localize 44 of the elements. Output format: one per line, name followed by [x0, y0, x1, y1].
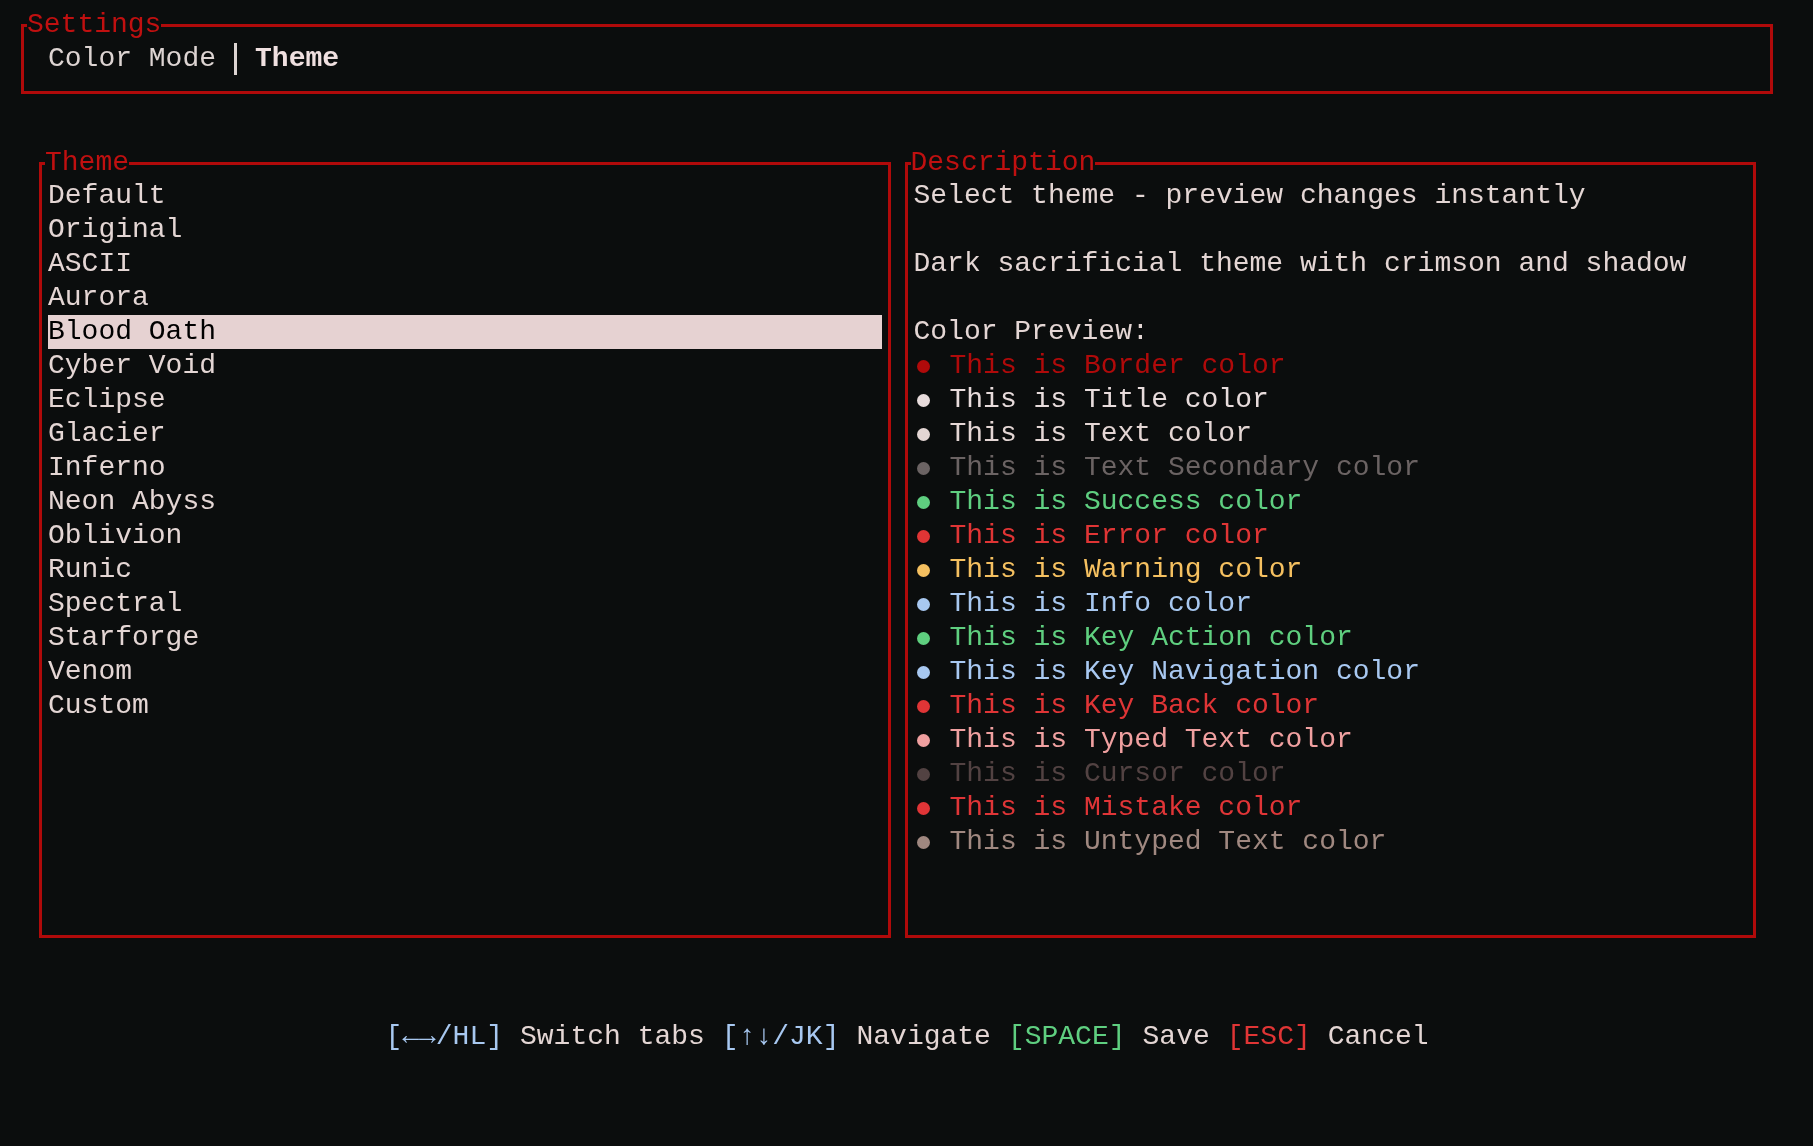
key-label: Save — [1142, 1020, 1210, 1054]
preview-label: This is Untyped Text color — [949, 825, 1387, 859]
theme-item[interactable]: Eclipse — [48, 383, 882, 417]
key-label: Navigate — [856, 1020, 991, 1054]
tab[interactable]: Color Mode — [48, 42, 217, 76]
preview-label: This is Mistake color — [949, 791, 1303, 825]
theme-item[interactable]: Aurora — [48, 281, 882, 315]
preview-label: This is Warning color — [949, 553, 1303, 587]
theme-item[interactable]: ASCII — [48, 247, 882, 281]
key-label: Switch tabs — [520, 1020, 705, 1054]
preview-label: This is Error color — [949, 519, 1269, 553]
theme-item[interactable]: Starforge — [48, 621, 882, 655]
preview-label: This is Key Navigation color — [949, 655, 1420, 689]
theme-item[interactable]: Original — [48, 213, 882, 247]
theme-item[interactable]: Oblivion — [48, 519, 882, 553]
theme-item[interactable]: Default — [48, 179, 882, 213]
preview-label: This is Key Back color — [949, 689, 1320, 723]
preview-label: This is Title color — [949, 383, 1269, 417]
key-hint: [↑↓/JK] — [721, 1020, 840, 1054]
theme-item[interactable]: Spectral — [48, 587, 882, 621]
preview-label: This is Cursor color — [949, 757, 1286, 791]
theme-item[interactable]: Cyber Void — [48, 349, 882, 383]
key-hint: [SPACE] — [1007, 1020, 1126, 1054]
theme-item[interactable]: Custom — [48, 689, 882, 723]
preview-label: This is Key Action color — [949, 621, 1353, 655]
preview-label: This is Border color — [949, 349, 1286, 383]
theme-description: Dark sacrificial theme with crimson and shadow — [913, 248, 1687, 279]
preview-label: This is Typed Text color — [949, 723, 1353, 757]
theme-item[interactable]: Venom — [48, 655, 882, 689]
preview-label: This is Success color — [949, 485, 1303, 519]
hint-text: Select theme - preview changes instantly — [913, 180, 1586, 211]
tab[interactable]: Theme — [255, 42, 340, 76]
theme-item[interactable]: Blood Oath — [48, 315, 882, 349]
preview-label: This is Text color — [949, 417, 1252, 451]
theme-item[interactable]: Runic — [48, 553, 882, 587]
preview-label: This is Info color — [949, 587, 1252, 621]
preview-heading: Color Preview: — [913, 316, 1149, 347]
theme-item[interactable]: Inferno — [48, 451, 882, 485]
theme-item[interactable]: Neon Abyss — [48, 485, 882, 519]
key-hint: [←→/HL] — [385, 1020, 503, 1054]
key-label: Cancel — [1327, 1020, 1429, 1054]
preview-label: This is Text Secondary color — [949, 451, 1420, 485]
key-hint: [ESC] — [1226, 1020, 1311, 1054]
theme-item[interactable]: Glacier — [48, 417, 882, 451]
